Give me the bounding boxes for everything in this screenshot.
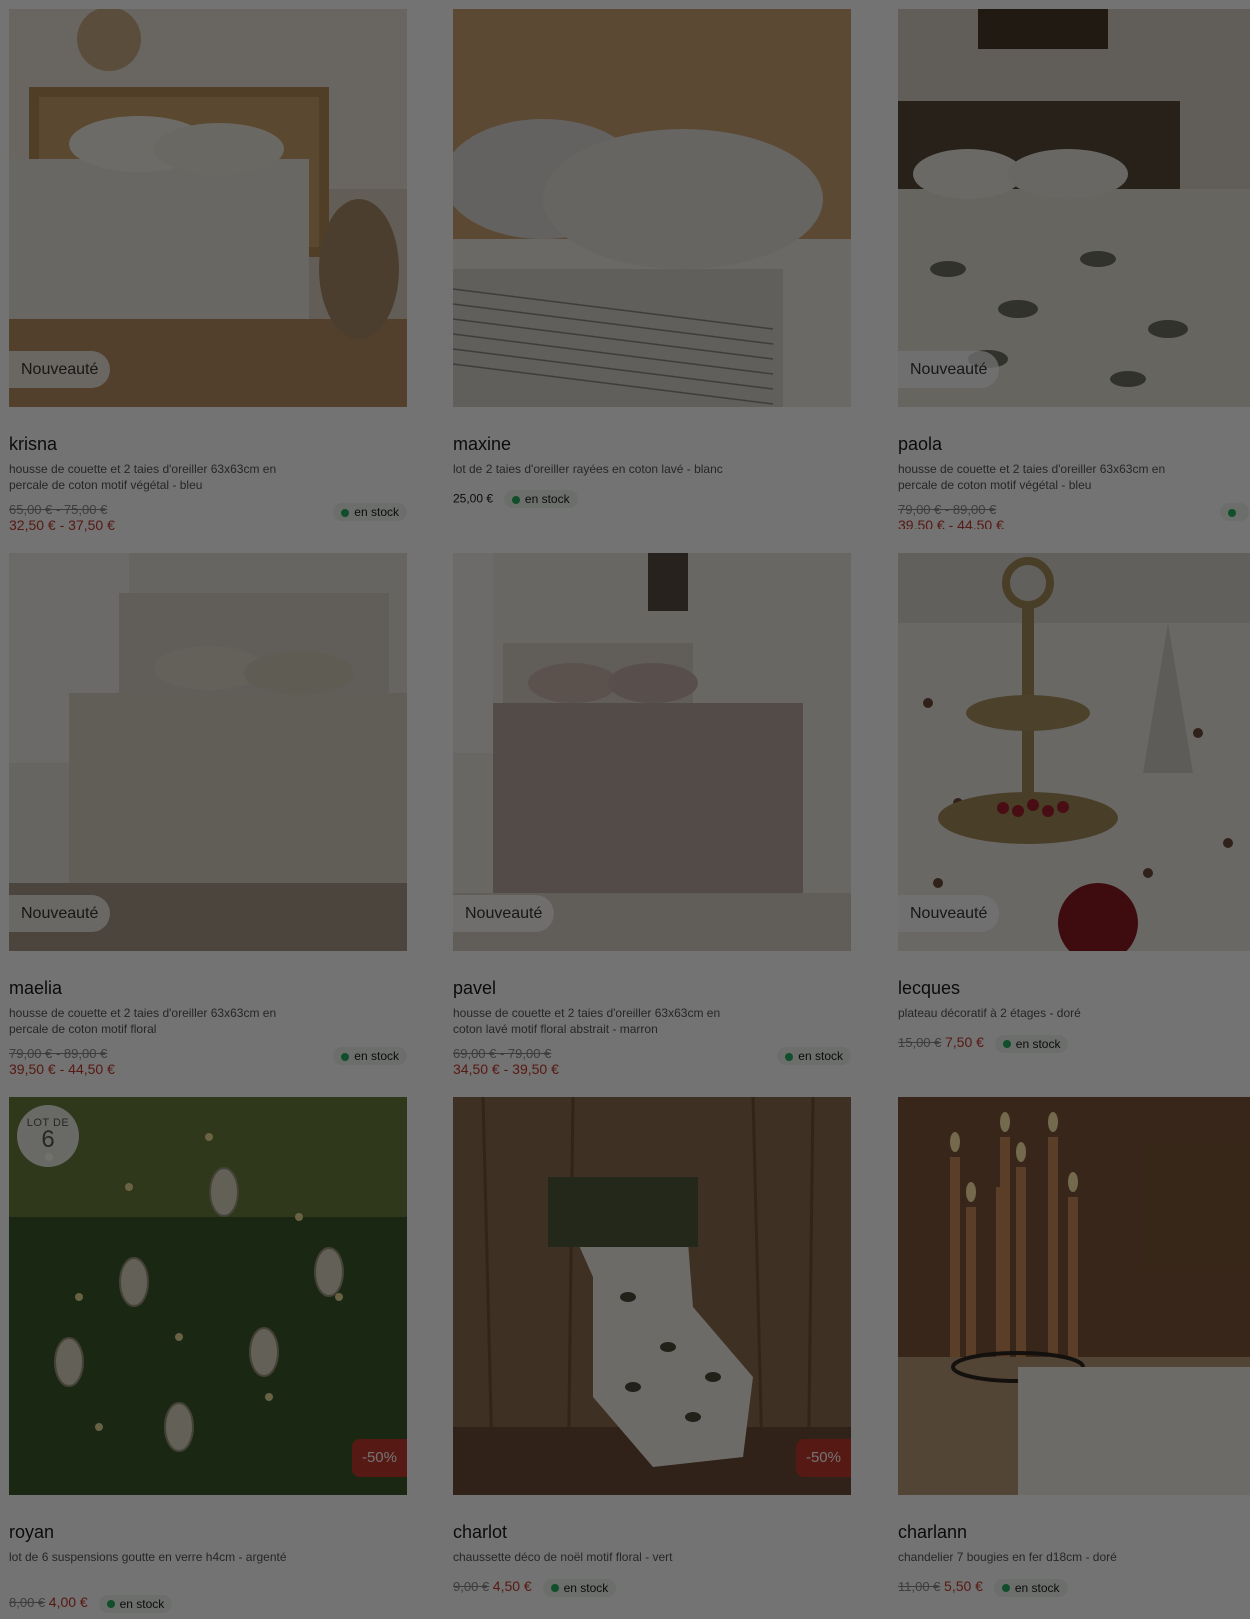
discount-badge: -50%: [351, 1439, 407, 1477]
product-image[interactable]: Nouveauté: [898, 553, 1250, 951]
old-price: 8,00 €: [9, 1595, 46, 1610]
in-stock-dot-icon: [550, 1584, 559, 1593]
price: 69,00 € - 79,00 € 34,50 € - 39,50 €: [453, 1046, 559, 1077]
stock-badge: en stock: [542, 1578, 617, 1597]
product-description: plateau décoratif à 2 étages - doré: [898, 1006, 1081, 1020]
product-image[interactable]: Nouveauté: [898, 9, 1250, 407]
product-card[interactable]: charlann chandelier 7 bougies en fer d18…: [898, 1097, 1250, 1619]
price: 8,00 € 4,00 € en stock: [9, 1594, 173, 1613]
sale-price: 5,50 €: [944, 1578, 983, 1594]
product-description: lot de 6 suspensions goutte en verre h4c…: [9, 1550, 287, 1564]
new-badge: Nouveauté: [898, 895, 1000, 932]
product-card[interactable]: Nouveauté pavel housse de couette et 2 t…: [453, 553, 851, 1077]
price: 79,00 € - 89,00 € 39,50 € - 44,50 €: [9, 1046, 115, 1077]
new-badge: Nouveauté: [453, 895, 555, 932]
product-name[interactable]: lecques: [898, 978, 960, 999]
in-stock-dot-icon: [511, 495, 520, 504]
product-card[interactable]: Nouveauté krisna housse de couette et 2 …: [9, 9, 407, 533]
product-card[interactable]: Nouveauté maelia housse de couette et 2 …: [9, 553, 407, 1077]
stock-badge: en stock: [777, 1047, 851, 1065]
new-badge: Nouveauté: [9, 895, 111, 932]
new-badge: Nouveauté: [898, 351, 1000, 388]
lot-badge: LOT DE 6: [17, 1105, 79, 1167]
product-card[interactable]: maxine lot de 2 taies d'oreiller rayées …: [453, 9, 851, 529]
stock-badge: en stock: [333, 1047, 407, 1065]
old-price: 79,00 € - 89,00 €: [9, 1046, 108, 1061]
stock-badge: en stock: [98, 1594, 173, 1613]
sale-price: 32,50 € - 37,50 €: [9, 517, 115, 533]
product-name[interactable]: charlot: [453, 1522, 507, 1543]
old-price: 65,00 € - 75,00 €: [9, 502, 108, 517]
product-image[interactable]: Nouveauté: [453, 553, 851, 951]
product-name[interactable]: royan: [9, 1522, 54, 1543]
in-stock-dot-icon: [1228, 508, 1236, 517]
old-price: 9,00 €: [453, 1579, 490, 1594]
product-card[interactable]: LOT DE 6 -50% royan lot de 6 suspensions…: [9, 1097, 407, 1619]
stock-badge: en stock: [993, 1578, 1068, 1597]
product-name[interactable]: krisna: [9, 434, 57, 455]
in-stock-dot-icon: [1001, 1584, 1010, 1593]
stock-badge: en stock: [503, 490, 578, 508]
product-image[interactable]: [898, 1097, 1250, 1495]
stock-badge: en stock: [994, 1034, 1069, 1053]
product-name[interactable]: pavel: [453, 978, 496, 999]
regular-price: 25,00 €: [453, 491, 494, 506]
product-name[interactable]: maelia: [9, 978, 62, 999]
product-description: housse de couette et 2 taies d'oreiller …: [9, 1006, 277, 1036]
old-price: 79,00 € - 89,00 €: [898, 502, 997, 517]
in-stock-dot-icon: [785, 1052, 794, 1061]
product-image[interactable]: Nouveauté: [9, 9, 407, 407]
product-card[interactable]: -50% charlot chaussette déco de noël mot…: [453, 1097, 851, 1619]
in-stock-dot-icon: [1002, 1040, 1011, 1049]
price: 9,00 € 4,50 € en stock: [453, 1578, 617, 1597]
product-name[interactable]: charlann: [898, 1522, 967, 1543]
product-description: chaussette déco de noël motif floral - v…: [453, 1550, 673, 1564]
product-name[interactable]: paola: [898, 434, 942, 455]
in-stock-dot-icon: [341, 1052, 350, 1061]
new-badge: Nouveauté: [9, 351, 111, 388]
old-price: 11,00 €: [898, 1579, 941, 1594]
product-description: chandelier 7 bougies en fer d18cm - doré: [898, 1550, 1117, 1564]
sale-price: 4,00 €: [48, 1594, 88, 1610]
sale-price: 7,50 €: [945, 1034, 984, 1050]
stock-badge: [1220, 503, 1249, 521]
product-grid: Nouveauté krisna housse de couette et 2 …: [0, 0, 1250, 1619]
price: 11,00 € 5,50 € en stock: [898, 1578, 1068, 1597]
product-description: housse de couette et 2 taies d'oreiller …: [9, 462, 277, 492]
price: 79,00 € - 89,00 € 39,50 € - 44,50 €: [898, 502, 1004, 529]
old-price: 15,00 €: [898, 1035, 942, 1050]
stock-badge: en stock: [333, 503, 407, 521]
product-name[interactable]: maxine: [453, 434, 511, 455]
price: 65,00 € - 75,00 € 32,50 € - 37,50 €: [9, 502, 115, 533]
sale-price: 4,50 €: [492, 1578, 532, 1594]
sale-price: 39,50 € - 44,50 €: [9, 1061, 115, 1077]
discount-badge: -50%: [795, 1439, 851, 1477]
old-price: 69,00 € - 79,00 €: [453, 1046, 552, 1061]
product-description: housse de couette et 2 taies d'oreiller …: [898, 462, 1166, 492]
product-image[interactable]: Nouveauté: [9, 553, 407, 951]
product-description: lot de 2 taies d'oreiller rayées en coto…: [453, 462, 723, 476]
in-stock-dot-icon: [106, 1600, 115, 1609]
product-image[interactable]: [453, 9, 851, 407]
price: 25,00 € en stock: [453, 490, 578, 508]
product-description: housse de couette et 2 taies d'oreiller …: [453, 1006, 721, 1036]
product-card[interactable]: Nouveauté lecques plateau décoratif à 2 …: [898, 553, 1250, 1073]
product-image[interactable]: LOT DE 6 -50%: [9, 1097, 407, 1495]
product-image[interactable]: -50%: [453, 1097, 851, 1495]
product-card[interactable]: Nouveauté paola housse de couette et 2 t…: [898, 9, 1250, 529]
price: 15,00 € 7,50 € en stock: [898, 1034, 1069, 1053]
sale-price: 34,50 € - 39,50 €: [453, 1061, 559, 1077]
in-stock-dot-icon: [341, 508, 350, 517]
sale-price: 39,50 € - 44,50 €: [898, 517, 1004, 529]
